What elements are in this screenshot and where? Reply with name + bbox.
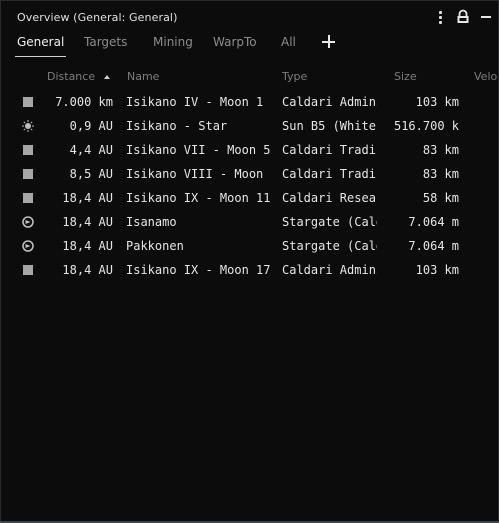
moon-icon <box>22 96 34 108</box>
moon-icon <box>22 144 34 156</box>
table-row[interactable]: 7.000 km Isikano IV - Moon 1 - Caldari A… <box>1 90 498 114</box>
moon-icon <box>22 192 34 204</box>
tab-warpto[interactable]: WarpTo <box>213 35 257 49</box>
distance-cell: 18,4 AU <box>62 263 113 277</box>
column-header-row: Distance Name Type Size Velo <box>1 67 498 87</box>
tab-bar: General Targets Mining WarpTo All <box>1 33 498 59</box>
window-title: Overview (General: General) <box>17 11 178 24</box>
distance-cell: 0,9 AU <box>69 119 113 133</box>
table-row[interactable]: 18,4 AU Isanamo Stargate (Calda 7.064 m <box>1 210 498 234</box>
distance-cell: 4,4 AU <box>69 143 113 157</box>
sun-icon <box>22 120 34 132</box>
distance-cell: 18,4 AU <box>62 215 113 229</box>
name-cell: Isikano IV - Moon 1 - <box>126 95 271 109</box>
table-row[interactable]: 18,4 AU Isikano IX - Moon 11 Caldari Res… <box>1 186 498 210</box>
lock-icon[interactable] <box>455 9 471 25</box>
distance-cell: 8,5 AU <box>69 167 113 181</box>
type-cell: Sun B5 (White <box>282 119 376 133</box>
size-cell: 103 km <box>415 263 459 277</box>
overview-window: Overview (General: General) General Targ… <box>0 0 499 523</box>
menu-icon[interactable] <box>433 9 449 25</box>
size-cell: 7.064 m <box>408 239 459 253</box>
name-cell: Isikano VII - Moon 5 - <box>126 143 271 157</box>
table-row[interactable]: 18,4 AU Isikano IX - Moon 17 Caldari Adm… <box>1 258 498 282</box>
name-cell: Isikano - Star <box>126 119 228 133</box>
table-row[interactable]: 8,5 AU Isikano VIII - Moon 7 Caldari Tra… <box>1 162 498 186</box>
column-header-size[interactable]: Size <box>394 70 417 83</box>
moon-icon <box>22 264 34 276</box>
table-row[interactable]: 4,4 AU Isikano VII - Moon 5 - Caldari Tr… <box>1 138 498 162</box>
name-cell: Isikano VIII - Moon 7 <box>126 167 271 181</box>
size-cell: 7.064 m <box>408 215 459 229</box>
size-cell: 103 km <box>415 95 459 109</box>
column-header-distance[interactable]: Distance <box>47 70 95 83</box>
column-header-velocity[interactable]: Velo <box>474 70 497 83</box>
table-row[interactable]: 18,4 AU Pakkonen Stargate (Calda 7.064 m <box>1 234 498 258</box>
type-cell: Caldari Adminis <box>282 263 377 277</box>
title-bar[interactable]: Overview (General: General) <box>1 1 498 31</box>
sort-ascending-icon <box>104 75 110 79</box>
type-cell: Caldari Researc <box>282 191 377 205</box>
distance-cell: 7.000 km <box>55 95 113 109</box>
size-cell: 83 km <box>422 143 459 157</box>
name-cell: Pakkonen <box>126 239 184 253</box>
distance-cell: 18,4 AU <box>62 191 113 205</box>
name-cell: Isikano IX - Moon 11 <box>126 191 271 205</box>
stargate-icon <box>22 216 34 228</box>
size-cell: 83 km <box>422 167 459 181</box>
moon-icon <box>22 168 34 180</box>
minimize-icon[interactable] <box>478 9 494 25</box>
name-cell: Isikano IX - Moon 17 <box>126 263 271 277</box>
type-cell: Stargate (Calda <box>282 239 377 253</box>
name-cell: Isanamo <box>126 215 177 229</box>
tab-all[interactable]: All <box>281 35 296 49</box>
size-cell: 58 km <box>422 191 459 205</box>
table-row[interactable]: 0,9 AU Isikano - Star Sun B5 (White 516.… <box>1 114 498 138</box>
column-header-name[interactable]: Name <box>127 70 159 83</box>
overview-list: 7.000 km Isikano IV - Moon 1 - Caldari A… <box>1 90 498 282</box>
distance-cell: 18,4 AU <box>62 239 113 253</box>
tab-targets[interactable]: Targets <box>84 35 127 49</box>
add-tab-icon[interactable] <box>321 34 337 50</box>
type-cell: Caldari Trading <box>282 143 377 157</box>
tab-mining[interactable]: Mining <box>153 35 193 49</box>
size-cell: 516.700 k <box>393 119 459 133</box>
type-cell: Caldari Trading <box>282 167 377 181</box>
tab-general[interactable]: General <box>14 35 67 57</box>
type-cell: Stargate (Calda <box>282 215 377 229</box>
column-header-type[interactable]: Type <box>282 70 307 83</box>
stargate-icon <box>22 240 34 252</box>
type-cell: Caldari Adminis <box>282 95 377 109</box>
